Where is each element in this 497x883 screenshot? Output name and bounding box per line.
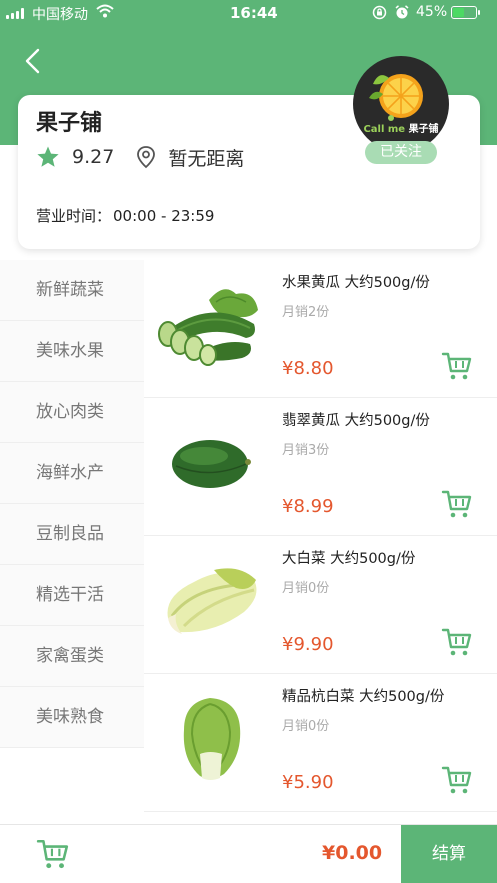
- checkout-button[interactable]: 结算: [401, 825, 497, 883]
- rotation-lock-icon: [372, 5, 387, 20]
- wifi-icon: [96, 4, 114, 18]
- product-name: 水果黄瓜 大约500g/份: [282, 275, 430, 291]
- bok-choy-image: [183, 698, 241, 780]
- status-bar: 中国移动 16:44 45%: [0, 0, 497, 26]
- sidebar-item-vegetables[interactable]: 新鲜蔬菜: [0, 260, 144, 321]
- battery-percentage: 45%: [416, 4, 448, 20]
- product-price: ¥8.99: [282, 496, 334, 517]
- product-name: 大白菜 大约500g/份: [282, 551, 416, 567]
- product-price: ¥8.80: [282, 358, 334, 379]
- product-item[interactable]: 大白菜 大约500g/份 月销0份 ¥9.90: [144, 536, 497, 674]
- shop-logo: Call me 果子铺: [353, 56, 449, 152]
- product-monthly-sales: 月销2份: [282, 305, 330, 320]
- shop-rating-row: 9.27 暂无距离: [36, 144, 244, 170]
- shop-rating: 9.27: [72, 146, 115, 168]
- cucumber-image: [158, 289, 258, 366]
- product-monthly-sales: 月销0份: [282, 581, 330, 596]
- napa-cabbage-image: [167, 568, 257, 634]
- product-name: 翡翠黄瓜 大约500g/份: [282, 413, 430, 429]
- bottom-cart-bar: ¥0.00 结算: [0, 824, 497, 883]
- product-item[interactable]: 翡翠黄瓜 大约500g/份 月销3份 ¥8.99: [144, 398, 497, 536]
- add-to-cart-icon[interactable]: [441, 350, 473, 382]
- product-list: 水果黄瓜 大约500g/份 月销2份 ¥8.80 翡翠黄瓜 大约500g/份 月…: [144, 260, 497, 812]
- business-hours-label: 营业时间：: [36, 207, 112, 225]
- shopping-cart-icon[interactable]: [36, 837, 70, 871]
- star-icon: [37, 146, 59, 167]
- sidebar-item-dried-goods[interactable]: 精选干活: [0, 565, 144, 626]
- add-to-cart-icon[interactable]: [441, 626, 473, 658]
- business-hours-value: 00:00 - 23:59: [113, 207, 215, 225]
- sidebar-item-meat[interactable]: 放心肉类: [0, 382, 144, 443]
- carrier-name: 中国移动: [32, 7, 88, 23]
- product-item[interactable]: 精品杭白菜 大约500g/份 月销0份 ¥5.90: [144, 674, 497, 812]
- signal-icon: [6, 7, 28, 19]
- location-pin-icon: [137, 146, 156, 169]
- orange-slice-icon: [369, 74, 423, 121]
- product-monthly-sales: 月销0份: [282, 719, 330, 734]
- alarm-icon: [395, 5, 409, 19]
- sidebar-item-fruits[interactable]: 美味水果: [0, 321, 144, 382]
- product-item[interactable]: 水果黄瓜 大约500g/份 月销2份 ¥8.80: [144, 260, 497, 398]
- product-name: 精品杭白菜 大约500g/份: [282, 689, 445, 705]
- category-sidebar: 新鲜蔬菜 美味水果 放心肉类 海鲜水产 豆制良品 精选干活 家禽蛋类 美味熟食: [0, 260, 144, 748]
- follow-status-badge[interactable]: 已关注: [365, 141, 437, 164]
- cart-total: ¥0.00: [322, 842, 383, 864]
- shop-name: 果子铺: [36, 111, 103, 136]
- chevron-left-icon[interactable]: [18, 46, 48, 76]
- add-to-cart-icon[interactable]: [441, 488, 473, 520]
- product-price: ¥5.90: [282, 772, 334, 793]
- melon-image: [172, 440, 251, 488]
- sidebar-item-seafood[interactable]: 海鲜水产: [0, 443, 144, 504]
- battery-icon: [451, 6, 480, 19]
- product-price: ¥9.90: [282, 634, 334, 655]
- sidebar-item-tofu[interactable]: 豆制良品: [0, 504, 144, 565]
- shop-distance: 暂无距离: [168, 147, 245, 170]
- sidebar-item-cooked-food[interactable]: 美味熟食: [0, 687, 144, 748]
- sidebar-item-poultry-eggs[interactable]: 家禽蛋类: [0, 626, 144, 687]
- clock-time: 16:44: [230, 4, 278, 22]
- logo-text: Call me 果子铺: [363, 124, 439, 135]
- add-to-cart-icon[interactable]: [441, 764, 473, 796]
- product-monthly-sales: 月销3份: [282, 443, 330, 458]
- business-hours: 营业时间： 00:00 - 23:59: [36, 205, 216, 226]
